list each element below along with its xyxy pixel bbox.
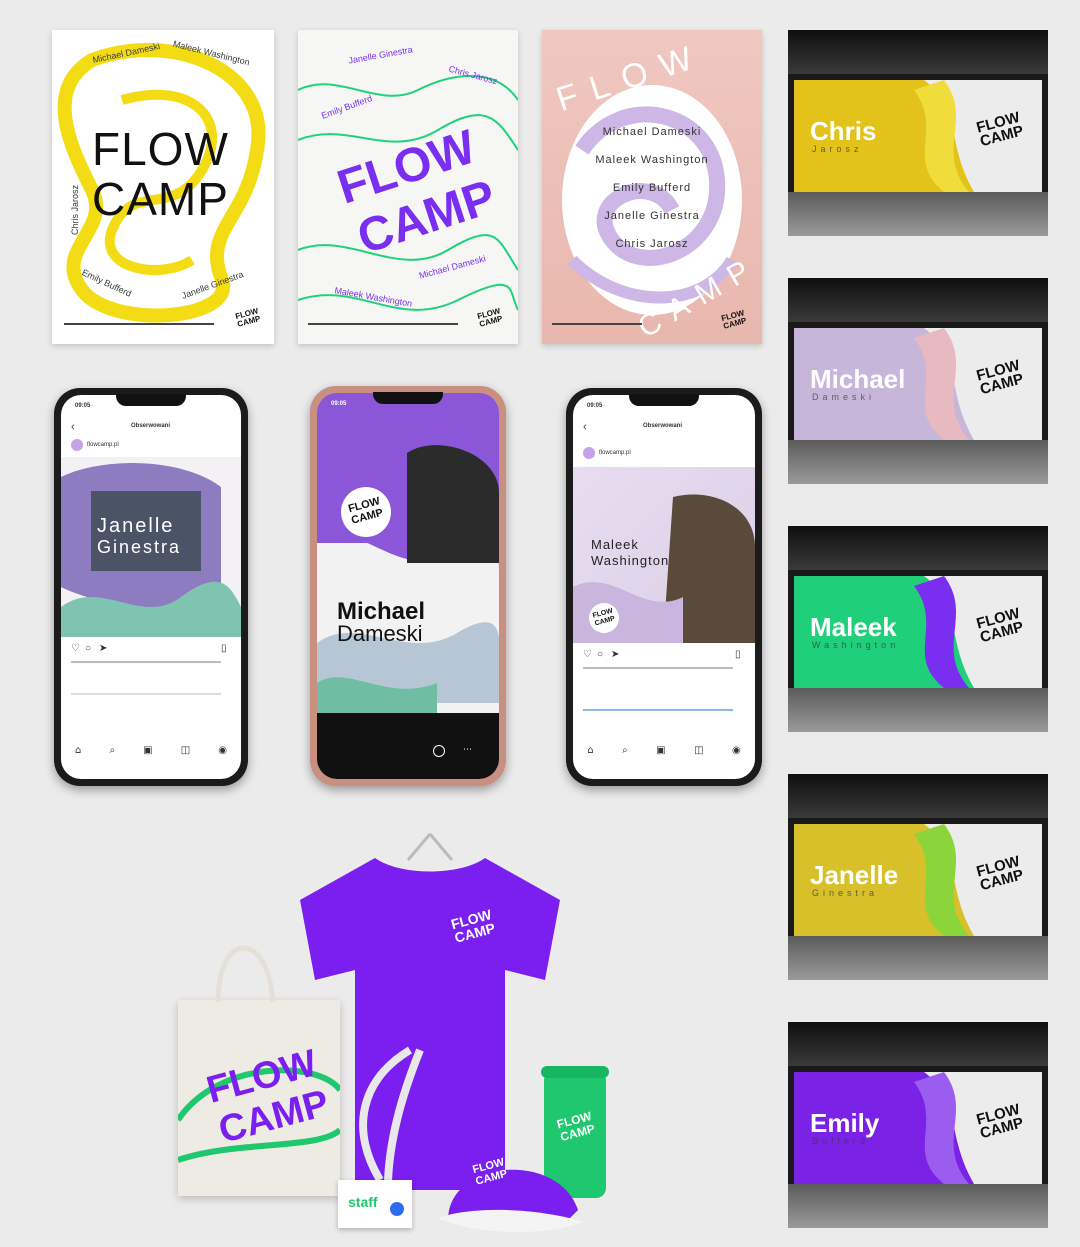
back-icon[interactable]: ‹: [583, 421, 587, 433]
staff-badge-label: staff: [348, 1194, 378, 1210]
caption-lines: [71, 661, 221, 695]
avatar[interactable]: [71, 439, 83, 451]
poster-yellow-title-line1: FLOW: [92, 123, 229, 175]
billboard-michael: Michael Dameski FLOW CAMP: [788, 278, 1048, 484]
billboard-chris: Chris Jarosz FLOW CAMP: [788, 30, 1048, 236]
billboard-name: Michael: [810, 364, 906, 394]
billboard-name: Chris: [810, 116, 877, 146]
phone-left-screen: 09:05 ‹ Obserwowani flowcamp.pl Janelle …: [61, 395, 241, 779]
share-icon[interactable]: ➤: [99, 643, 107, 654]
poster-pink-footer: [552, 323, 642, 329]
post-title-line1: Janelle: [97, 515, 175, 537]
home-icon[interactable]: ⌂: [587, 745, 593, 759]
billboard-surname: Dameski: [812, 392, 876, 402]
post-title-line2: Washington: [591, 553, 670, 568]
billboard-ceiling: [788, 774, 1048, 818]
billboard-ceiling: [788, 278, 1048, 322]
poster-yellow-footer: [64, 323, 214, 329]
share-icon[interactable]: ➤: [611, 649, 619, 660]
lineup-item: Chris Jarosz: [615, 238, 689, 250]
story-more-icon[interactable]: ⋯: [463, 745, 473, 755]
phone-right-screen: 09:05 ‹ Obserwowani flowcamp.pl Maleek W…: [573, 395, 755, 779]
baseball-cap: [438, 1169, 583, 1233]
billboard-floor: [788, 936, 1048, 980]
poster-yellow-title-line2: CAMP: [92, 173, 229, 225]
post-title-line2: Ginestra: [97, 537, 182, 557]
header-title: Obserwowani: [643, 423, 683, 429]
story-graphic: [317, 393, 499, 779]
bottom-nav: ⌂ ⌕ ▣ ◫ ◉: [61, 745, 241, 759]
cup-lid: [541, 1066, 609, 1078]
billboard-surname: Ginestra: [812, 888, 879, 898]
shop-icon[interactable]: ◫: [181, 745, 190, 759]
billboard-floor: [788, 440, 1048, 484]
billboard-ceiling: [788, 526, 1048, 570]
post-image: Maleek Washington FLOW CAMP: [573, 467, 755, 643]
reels-icon[interactable]: ▣: [656, 745, 665, 759]
billboard-name: Janelle: [810, 860, 899, 890]
billboard-surname: Washington: [812, 640, 900, 650]
like-icon[interactable]: ♡: [71, 643, 80, 654]
billboard-emily: Emily Bufferd FLOW CAMP: [788, 1022, 1048, 1228]
search-icon[interactable]: ⌕: [622, 745, 628, 759]
profile-icon[interactable]: ◉: [218, 745, 227, 759]
home-icon[interactable]: ⌂: [75, 745, 81, 759]
status-time: 09:05: [587, 403, 603, 409]
poster-pink: FLOW CAMP Michael Dameski Maleek Washing…: [542, 30, 762, 344]
post-username[interactable]: flowcamp.pl: [87, 442, 119, 448]
shop-icon[interactable]: ◫: [694, 745, 703, 759]
bookmark-icon[interactable]: ▯: [221, 643, 227, 654]
back-icon[interactable]: ‹: [71, 421, 75, 433]
lineup-item: Michael Dameski: [602, 126, 702, 138]
billboard-surname: Jarosz: [812, 144, 863, 154]
bottom-nav: ⌂ ⌕ ▣ ◫ ◉: [573, 745, 755, 759]
reels-icon[interactable]: ▣: [143, 745, 152, 759]
billboard-floor: [788, 688, 1048, 732]
status-time: 09:05: [75, 403, 91, 409]
like-icon[interactable]: ♡: [583, 649, 592, 660]
billboard-floor: [788, 192, 1048, 236]
lineup-item: Maleek Washington: [595, 154, 709, 166]
billboard-ceiling: [788, 1022, 1048, 1066]
phone-notch: [116, 394, 186, 406]
header-title: Obserwowani: [131, 423, 171, 429]
bookmark-icon[interactable]: ▯: [735, 649, 741, 660]
status-time: 09:05: [331, 401, 347, 407]
staff-badge: staff: [338, 1180, 412, 1228]
story-title-line2: Dameski: [337, 621, 423, 646]
post-username[interactable]: flowcamp.pl: [599, 450, 631, 456]
phone-right: 09:05 ‹ Obserwowani flowcamp.pl Maleek W…: [566, 388, 762, 786]
billboard-name: Emily: [810, 1108, 880, 1138]
story-action-icon[interactable]: [433, 745, 445, 757]
billboard-surname: Bufferd: [812, 1136, 869, 1146]
comment-icon[interactable]: ○: [85, 643, 91, 654]
avatar[interactable]: [583, 447, 595, 459]
poster-yellow-name-3: Chris Jarosz: [70, 184, 81, 236]
billboard-maleek: Maleek Washington FLOW CAMP: [788, 526, 1048, 732]
lineup-item: Emily Bufferd: [612, 182, 692, 194]
badge-dot: [390, 1202, 404, 1216]
search-icon[interactable]: ⌕: [109, 745, 115, 759]
post-title-line1: Maleek: [591, 537, 639, 552]
poster-white: FLOW CAMP Janelle Ginestra Chris Jarosz …: [298, 30, 518, 344]
poster-yellow: FLOW CAMP Michael Dameski Maleek Washing…: [52, 30, 274, 344]
phone-notch: [373, 392, 443, 404]
phone-middle-screen: 09:05 FLOW CAMP Michael Dameski ⋯: [317, 393, 499, 779]
comment-icon[interactable]: ○: [597, 649, 603, 660]
phone-middle: 09:05 FLOW CAMP Michael Dameski ⋯: [310, 386, 506, 786]
poster-white-footer: [308, 323, 458, 329]
phone-left: 09:05 ‹ Obserwowani flowcamp.pl Janelle …: [54, 388, 248, 786]
profile-icon[interactable]: ◉: [732, 745, 741, 759]
billboard-ceiling: [788, 30, 1048, 74]
billboard-janelle: Janelle Ginestra FLOW CAMP: [788, 774, 1048, 980]
caption-lines: [583, 667, 733, 711]
poster-pink-lineup: Michael Dameski Maleek Washington Emily …: [572, 118, 732, 258]
phone-notch: [629, 394, 699, 406]
billboard-floor: [788, 1184, 1048, 1228]
post-image: Janelle Ginestra: [61, 457, 241, 637]
lineup-item: Janelle Ginestra: [604, 210, 700, 222]
billboard-name: Maleek: [810, 612, 897, 642]
